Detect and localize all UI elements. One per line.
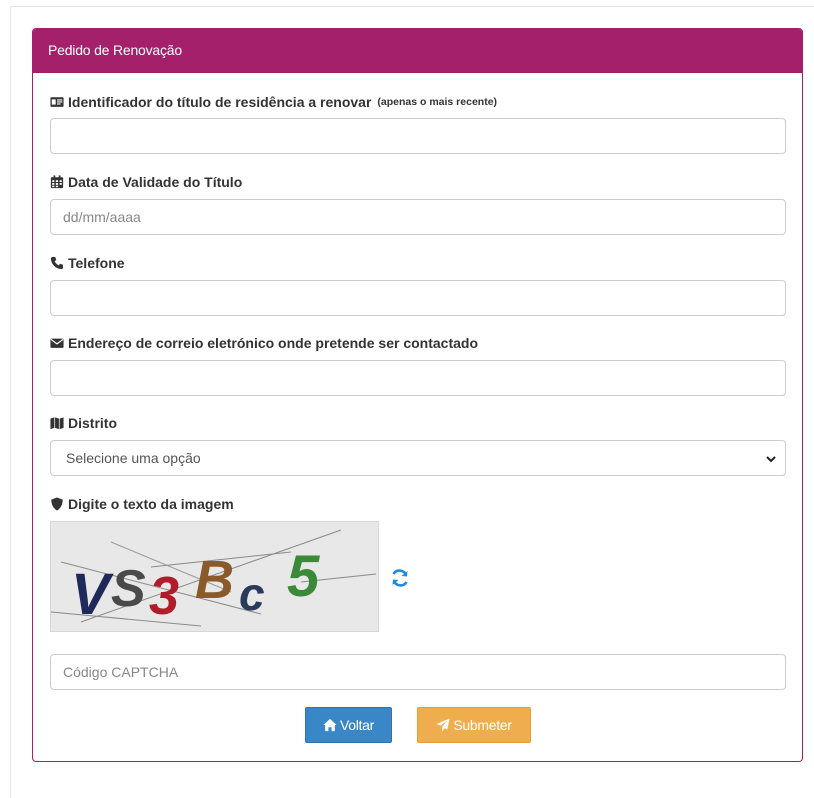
back-button-label: Voltar — [340, 717, 374, 733]
captcha-label-text: Digite o texto da imagem — [68, 496, 234, 512]
captcha-char-4: B — [195, 550, 234, 610]
envelope-icon — [50, 336, 64, 350]
validity-date-group: Data de Validade do Título — [50, 172, 786, 235]
phone-icon — [50, 256, 64, 270]
phone-label-text: Telefone — [68, 255, 125, 271]
captcha-char-5: c — [239, 568, 265, 620]
phone-input[interactable] — [50, 280, 786, 316]
validity-date-label-text: Data de Validade do Título — [68, 174, 243, 190]
captcha-input[interactable] — [50, 654, 786, 690]
id-title-input[interactable] — [50, 118, 786, 154]
map-icon — [50, 416, 64, 430]
phone-group: Telefone — [50, 253, 786, 316]
captcha-label: Digite o texto da imagem — [50, 494, 786, 514]
chevron-down-icon — [765, 452, 777, 464]
calendar-icon — [50, 175, 64, 189]
district-label: Distrito — [50, 413, 786, 433]
submit-button-label: Submeter — [453, 717, 512, 733]
captcha-area: V S 3 B c 5 — [50, 521, 786, 632]
captcha-char-3: 3 — [149, 566, 179, 626]
refresh-icon[interactable] — [390, 568, 410, 588]
district-group: Distrito Selecione uma opção — [50, 413, 786, 476]
back-button[interactable]: Voltar — [305, 707, 392, 743]
panel-title: Pedido de Renovação — [33, 29, 802, 73]
captcha-char-2: S — [111, 560, 146, 618]
district-selected-value: Selecione uma opção — [66, 450, 201, 466]
validity-date-input[interactable] — [50, 199, 786, 235]
captcha-char-1: V — [71, 562, 114, 627]
email-input[interactable] — [50, 360, 786, 396]
district-select[interactable]: Selecione uma opção — [50, 440, 786, 476]
phone-label: Telefone — [50, 253, 786, 273]
email-label-text: Endereço de correio eletrónico onde pret… — [68, 335, 478, 351]
email-label: Endereço de correio eletrónico onde pret… — [50, 333, 786, 353]
renewal-form-panel: Pedido de Renovação Identificador do tít… — [32, 28, 803, 762]
submit-button[interactable]: Submeter — [417, 707, 531, 743]
validity-date-label: Data de Validade do Título — [50, 172, 786, 192]
id-title-hint: (apenas o mais recente) — [377, 96, 498, 108]
captcha-image: V S 3 B c 5 — [50, 521, 379, 632]
captcha-group: Digite o texto da imagem — [50, 494, 786, 514]
id-title-label: Identificador do título de residência a … — [50, 92, 786, 112]
id-title-label-text: Identificador do título de residência a … — [68, 94, 372, 110]
send-icon — [436, 718, 450, 732]
captcha-char-6: 5 — [287, 544, 320, 609]
shield-icon — [50, 497, 64, 511]
id-card-icon — [50, 95, 64, 109]
district-label-text: Distrito — [68, 415, 117, 431]
email-group: Endereço de correio eletrónico onde pret… — [50, 333, 786, 396]
id-title-group: Identificador do título de residência a … — [50, 92, 786, 154]
home-icon — [323, 718, 337, 732]
